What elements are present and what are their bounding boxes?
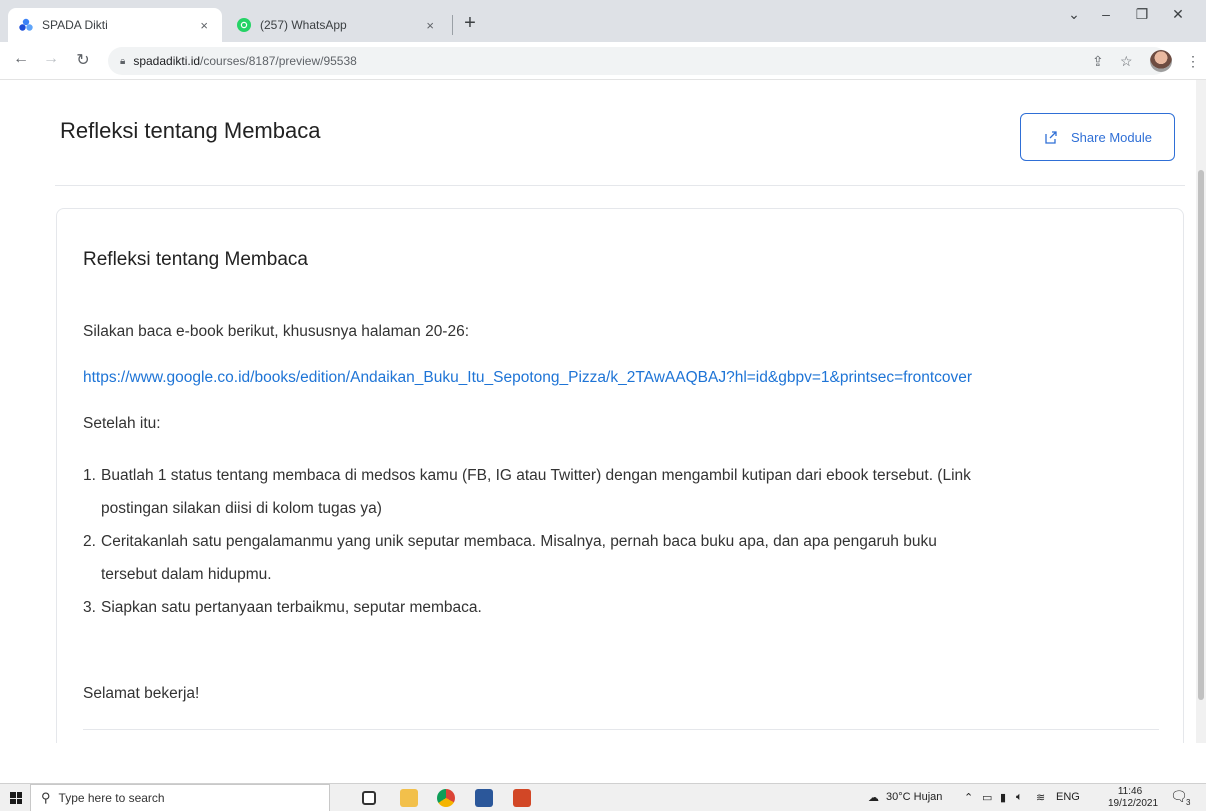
taskbar-search-placeholder: Type here to search [58, 791, 165, 805]
word-icon[interactable] [475, 789, 493, 807]
list-number: 3. [83, 599, 96, 616]
spada-logo-icon [19, 18, 33, 31]
close-window-button[interactable]: ✕ [1162, 6, 1194, 23]
url-host: spadadikti.id [133, 54, 201, 68]
weather-text[interactable]: 30°C Hujan [886, 791, 942, 803]
clock-date: 19/12/2021 [1108, 798, 1159, 809]
weather-icon[interactable]: ☁︎ [868, 791, 879, 804]
tray-chevron-icon[interactable]: ⌃ [964, 791, 973, 804]
ebook-link[interactable]: https://www.google.co.id/books/edition/A… [83, 369, 972, 387]
browser-toolbar: ← → ↻ 🔒︎ spadadikti.id/courses/8187/prev… [0, 42, 1206, 80]
clock[interactable]: 11:46 19/12/2021 [1108, 786, 1159, 810]
module-card: Refleksi tentang Membaca Silakan baca e-… [56, 208, 1184, 743]
language-indicator[interactable]: ENG [1056, 791, 1080, 803]
clock-time: 11:46 [1117, 786, 1143, 797]
whatsapp-icon [237, 18, 251, 32]
url-path: /courses/8187/preview/95538 [200, 54, 357, 68]
windows-taskbar: ⚲ Type here to search ☁︎ 30°C Hujan ⌃ ▭ … [0, 783, 1206, 811]
menu-kebab-icon[interactable]: ⋮ [1186, 53, 1200, 70]
list-text: tersebut dalam hidupmu. [101, 566, 272, 583]
network-icon[interactable]: ▭ [982, 791, 992, 804]
page-scrollbar[interactable] [1196, 80, 1206, 743]
profile-avatar[interactable] [1150, 50, 1172, 72]
share-module-label: Share Module [1071, 129, 1152, 145]
back-arrow-icon[interactable]: ← [10, 50, 32, 68]
share-module-button[interactable]: Share Module [1020, 113, 1175, 161]
forward-arrow-icon[interactable]: → [40, 50, 62, 68]
tab-title: SPADA Dikti [42, 18, 108, 32]
header-divider [55, 185, 1185, 186]
search-icon: ⚲ [41, 790, 51, 805]
reload-icon[interactable]: ↻ [72, 50, 94, 70]
lock-icon: 🔒︎ [120, 55, 126, 67]
list-text: postingan silakan diisi di kolom tugas y… [101, 500, 382, 517]
tab-strip: SPADA Dikti × (257) WhatsApp × + ⌄ – ❐ ✕ [0, 0, 1206, 42]
task-view-icon[interactable] [362, 791, 376, 805]
file-explorer-icon[interactable] [400, 789, 418, 807]
maximize-button[interactable]: ❐ [1126, 6, 1158, 23]
list-item: 1. Buatlah 1 status tentang membaca di m… [83, 459, 1163, 525]
list-text: Ceritakanlah satu pengalamanmu yang unik… [101, 533, 937, 550]
after-text: Setelah itu: [83, 415, 161, 432]
list-item: 3. Siapkan satu pertanyaan terbaikmu, se… [83, 591, 1163, 624]
intro-text: Silakan baca e-book berikut, khususnya h… [83, 323, 470, 340]
new-tab-button[interactable]: + [456, 10, 484, 38]
notification-count: 3 [1186, 798, 1191, 807]
wifi-icon[interactable]: ≋ [1036, 791, 1045, 804]
volume-icon[interactable]: 🔈︎ [1016, 791, 1023, 804]
taskbar-search-input[interactable]: ⚲ Type here to search [30, 784, 330, 811]
close-tab-icon[interactable]: × [196, 18, 212, 33]
task-list: 1. Buatlah 1 status tentang membaca di m… [83, 459, 1163, 624]
close-tab-icon[interactable]: × [422, 18, 438, 33]
chrome-icon[interactable] [437, 789, 455, 807]
closing-text: Selamat bekerja! [83, 685, 200, 702]
tab-title: (257) WhatsApp [260, 18, 347, 32]
list-text: Buatlah 1 status tentang membaca di meds… [101, 467, 971, 484]
battery-icon[interactable]: ▮ [1000, 791, 1006, 804]
share-page-icon[interactable]: ⇪ [1092, 53, 1104, 70]
card-title: Refleksi tentang Membaca [83, 249, 308, 270]
bookmark-star-icon[interactable]: ☆ [1120, 53, 1133, 70]
share-icon [1045, 131, 1057, 144]
page-title: Refleksi tentang Membaca [60, 118, 321, 143]
list-text: Siapkan satu pertanyaan terbaikmu, seput… [101, 599, 482, 616]
tab-whatsapp[interactable]: (257) WhatsApp × [226, 8, 448, 42]
address-bar[interactable]: 🔒︎ spadadikti.id/courses/8187/preview/95… [108, 47, 1168, 75]
windows-start-icon[interactable] [10, 792, 22, 804]
list-number: 2. [83, 533, 96, 550]
tab-search-dropdown-icon[interactable]: ⌄ [1058, 6, 1090, 23]
card-divider [83, 729, 1159, 730]
powerpoint-icon[interactable] [513, 789, 531, 807]
list-number: 1. [83, 467, 96, 484]
tab-separator [452, 15, 453, 35]
list-item: 2. Ceritakanlah satu pengalamanmu yang u… [83, 525, 1163, 591]
tab-spada-dikti[interactable]: SPADA Dikti × [8, 8, 222, 42]
minimize-button[interactable]: – [1090, 6, 1122, 22]
page-content: Refleksi tentang Membaca Share Module Re… [0, 80, 1196, 743]
scrollbar-thumb[interactable] [1198, 170, 1204, 700]
